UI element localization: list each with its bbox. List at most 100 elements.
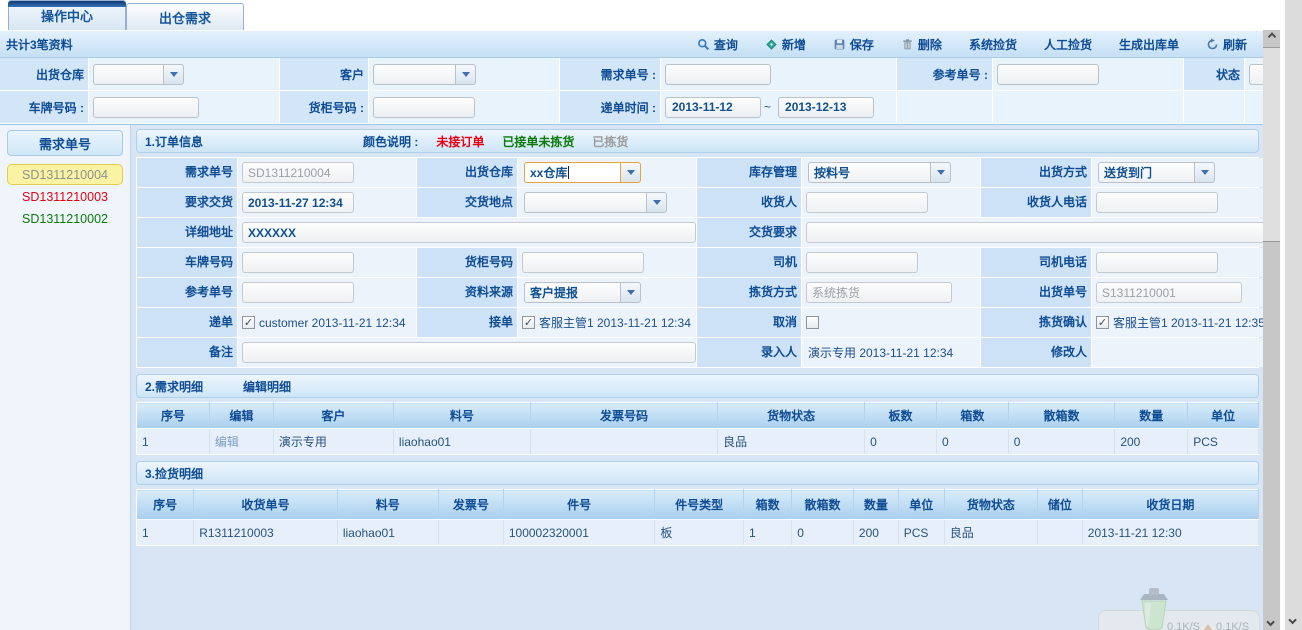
consignee-phone-input[interactable]	[1096, 192, 1218, 213]
ship-method-select[interactable]: 送货到门	[1098, 162, 1215, 183]
delivery-place-select[interactable]	[524, 192, 667, 213]
data-source-select[interactable]: 客户提报	[524, 282, 641, 303]
col-header: 件号	[503, 490, 654, 520]
outer-vertical-scrollbar[interactable]	[1285, 0, 1302, 630]
inventory-mgmt-select[interactable]: 按料号	[808, 162, 951, 183]
filter-date-to-input[interactable]: 2013-12-13	[778, 97, 874, 118]
scroll-down-arrow-icon[interactable]	[1263, 614, 1280, 630]
col-header: 序号	[137, 490, 194, 520]
refresh-button[interactable]: 刷新	[1206, 36, 1247, 53]
demand-no-label: 需求单号	[137, 158, 237, 187]
driver-phone-input[interactable]	[1096, 252, 1218, 273]
chevron-down-icon[interactable]	[620, 162, 641, 183]
driver-input[interactable]	[806, 252, 918, 273]
cell-receipt-date: 2013-11-21 12:30	[1082, 520, 1258, 546]
demand-list-item[interactable]: SD1311210003	[7, 186, 123, 207]
cell-part-no: liaohao01	[393, 429, 530, 455]
demand-list-item[interactable]: SD1311210002	[7, 208, 123, 229]
warehouse-label: 出货仓库	[417, 158, 517, 187]
chevron-down-icon[interactable]	[646, 192, 667, 213]
add-icon	[765, 38, 778, 51]
cell-part-no: liaohao01	[337, 520, 438, 546]
pick-method-label: 拣货方式	[697, 278, 801, 307]
legend-title: 颜色说明 :	[363, 133, 418, 150]
cell-piece-type: 板	[655, 520, 744, 546]
refresh-icon	[1206, 38, 1219, 51]
inner-vertical-scrollbar[interactable]	[1263, 30, 1280, 630]
ref-no-input[interactable]	[242, 282, 354, 303]
col-header: 发票号	[438, 490, 503, 520]
filter-demand-no-input[interactable]	[665, 64, 771, 85]
warehouse-select[interactable]: xx仓库	[524, 162, 641, 183]
accept-checkbox[interactable]: ✓	[522, 316, 535, 329]
filter-plate-input[interactable]	[93, 97, 199, 118]
pick-detail-section-header: 3.捡货明细	[136, 461, 1259, 485]
cell-location	[1037, 520, 1082, 546]
filter-date-from-input[interactable]: 2013-11-12	[665, 97, 761, 118]
container-no-input[interactable]	[522, 252, 644, 273]
scroll-down-arrow-icon[interactable]	[1285, 612, 1302, 628]
plate-no-label: 车牌号码	[137, 248, 237, 277]
generate-outbound-order-button[interactable]: 生成出库单	[1119, 36, 1179, 53]
required-delivery-input[interactable]: 2013-11-27 12:34	[242, 192, 354, 213]
query-button[interactable]: 查询	[697, 36, 738, 53]
col-header: 箱数	[936, 403, 1008, 429]
col-header: 货物状态	[718, 403, 865, 429]
legend-accepted-unpicked: 已接单未拣货	[502, 133, 574, 150]
filter-container-input[interactable]	[373, 97, 475, 118]
table-row: 1 编辑 演示专用 liaohao01 良品 0 0 0 200 PCS	[137, 429, 1259, 455]
plate-no-input[interactable]	[242, 252, 354, 273]
pick-method-input: 系统拣货	[806, 282, 952, 303]
consignee-input[interactable]	[806, 192, 928, 213]
row-edit-link[interactable]: 编辑	[209, 429, 273, 455]
col-header: 板数	[865, 403, 937, 429]
scroll-up-arrow-icon[interactable]	[1263, 30, 1280, 46]
cell-boxes: 0	[936, 429, 1008, 455]
pick-confirm-checkbox[interactable]: ✓	[1096, 316, 1109, 329]
tab-label: 出仓需求	[159, 8, 211, 27]
cell-invoice-no	[438, 520, 503, 546]
manual-pick-button[interactable]: 人工捡货	[1044, 36, 1092, 53]
cell-loose-boxes: 0	[1008, 429, 1115, 455]
submit-info: customer 2013-11-21 12:34	[259, 316, 406, 330]
col-header: 收货单号	[194, 490, 338, 520]
save-icon	[833, 38, 846, 51]
add-button[interactable]: 新增	[765, 36, 806, 53]
tab-outbound-request[interactable]: 出仓需求	[126, 3, 244, 30]
filter-customer-select[interactable]	[373, 64, 476, 85]
chevron-down-icon[interactable]	[1194, 162, 1215, 183]
col-header: 单位	[1188, 403, 1259, 429]
chevron-down-icon[interactable]	[163, 64, 184, 85]
filter-ref-no-input[interactable]	[997, 64, 1099, 85]
filter-warehouse-select[interactable]	[93, 64, 184, 85]
chevron-down-icon[interactable]	[620, 282, 641, 303]
consignee-phone-label: 收货人电话	[981, 188, 1091, 217]
filter-panel: 出货仓库 客户 需求单号 : 参考单号 : 状态 车牌号码 : 货柜	[0, 58, 1263, 125]
delivery-req-input[interactable]	[806, 222, 1265, 243]
scrollbar-thumb[interactable]	[1263, 47, 1280, 242]
table-row: 1 R1311210003 liaohao01 100002320001 板 1…	[137, 520, 1259, 546]
demand-list-item[interactable]: SD1311210004	[7, 164, 123, 185]
save-button[interactable]: 保存	[833, 36, 874, 53]
chevron-down-icon[interactable]	[930, 162, 951, 183]
col-header: 编辑	[209, 403, 273, 429]
section-title: 2.需求明细	[145, 378, 203, 395]
remark-input[interactable]	[242, 342, 696, 363]
ref-no-label: 参考单号	[137, 278, 237, 307]
system-pick-button[interactable]: 系统捡货	[969, 36, 1017, 53]
col-header: 客户	[273, 403, 393, 429]
delete-button[interactable]: 删除	[901, 36, 942, 53]
chevron-down-icon[interactable]	[455, 64, 476, 85]
cell-unit: PCS	[898, 520, 944, 546]
ship-method-label: 出货方式	[981, 158, 1091, 187]
legend-unaccepted: 未接订单	[436, 133, 484, 150]
pick-confirm-info: 客服主管1 2013-11-21 12:35	[1113, 314, 1265, 331]
address-input[interactable]: XXXXXX	[242, 222, 696, 243]
cancel-checkbox[interactable]	[806, 316, 819, 329]
tab-operation-center[interactable]: 操作中心	[8, 0, 126, 30]
edit-detail-link[interactable]: 编辑明细	[243, 378, 291, 395]
col-header: 单位	[898, 490, 944, 520]
cell-goods-status: 良品	[944, 520, 1037, 546]
submit-checkbox[interactable]: ✓	[242, 316, 255, 329]
col-header: 料号	[337, 490, 438, 520]
